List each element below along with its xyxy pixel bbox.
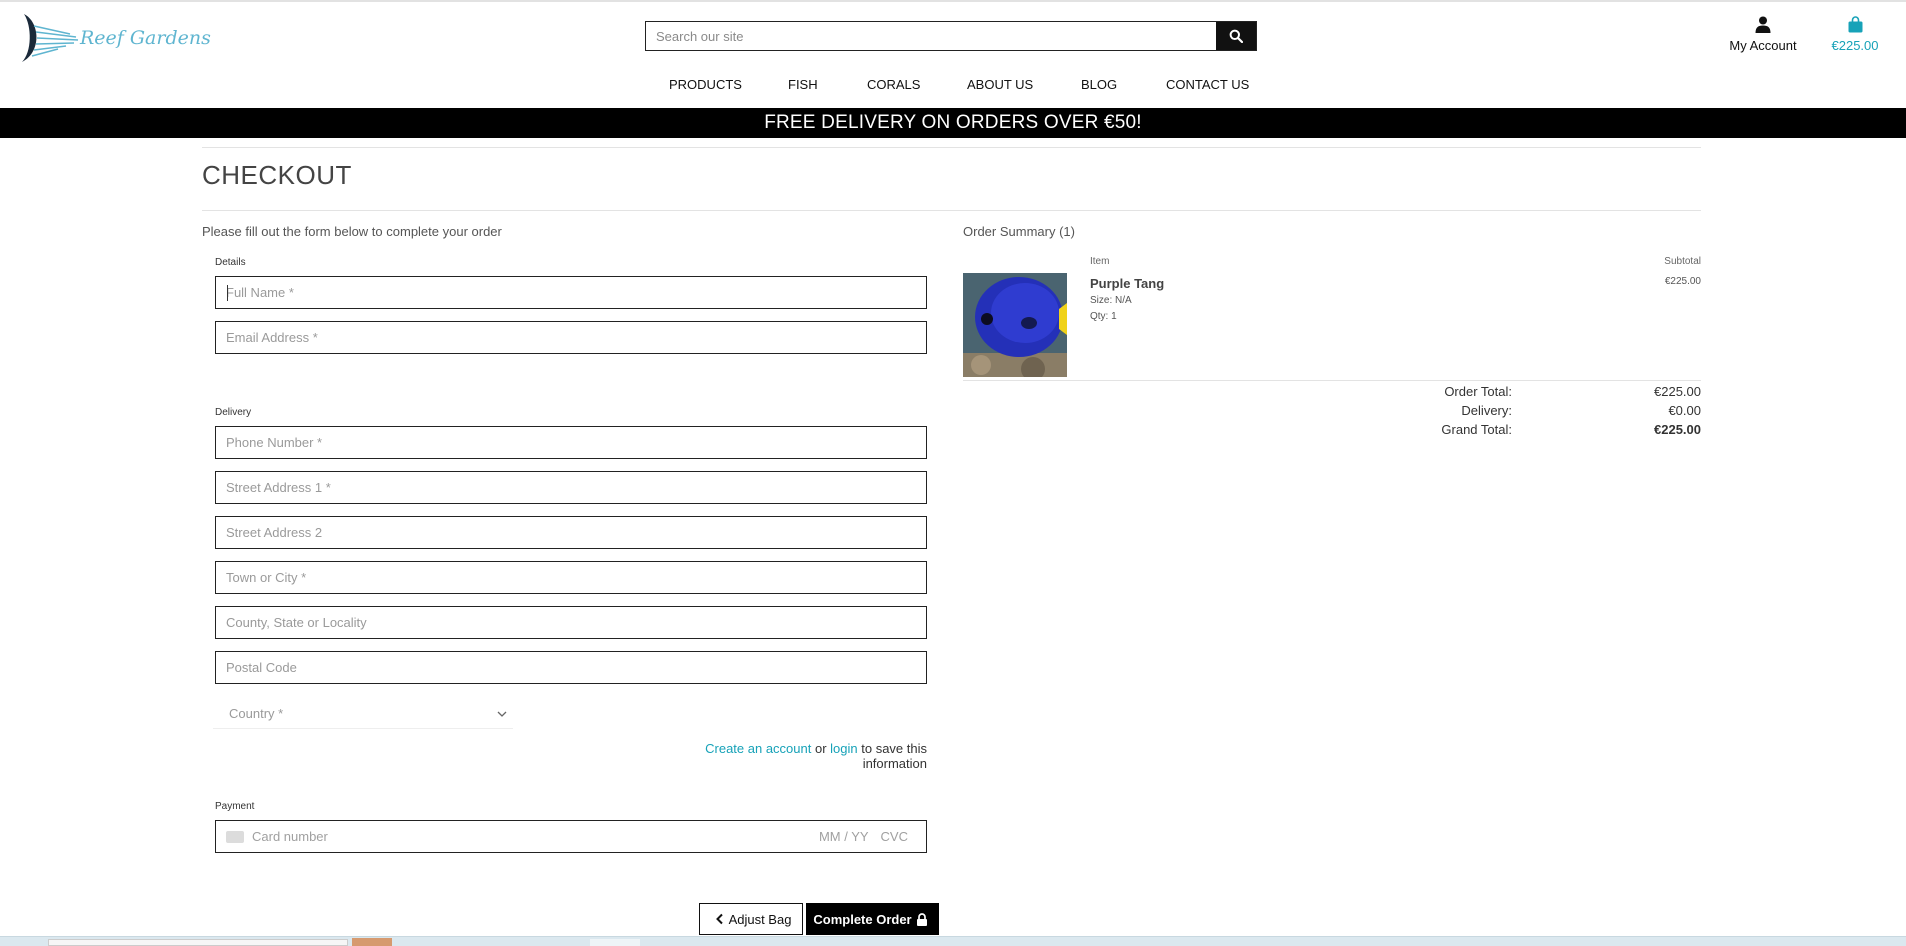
postcode-input[interactable] <box>216 652 926 683</box>
delivery-banner: FREE DELIVERY ON ORDERS OVER €50! <box>0 108 1906 138</box>
card-expiry-placeholder[interactable]: MM / YY <box>819 829 869 844</box>
summary-divider <box>963 380 1701 381</box>
search-button[interactable] <box>1216 22 1256 50</box>
divider-top <box>202 147 1701 148</box>
create-account-link[interactable]: Create an account <box>705 741 811 756</box>
brand-logo[interactable]: Reef Gardens <box>18 12 211 64</box>
country-select[interactable]: Country * <box>213 699 513 729</box>
town-input[interactable] <box>216 562 926 593</box>
postcode-field[interactable] <box>215 651 927 684</box>
card-number-placeholder[interactable]: Card number <box>252 829 819 844</box>
phone-input[interactable] <box>216 427 926 458</box>
fish-photo <box>963 273 1067 377</box>
town-field[interactable] <box>215 561 927 594</box>
street-address-1-input[interactable] <box>216 472 926 503</box>
delivery-label-total: Delivery: <box>1461 403 1512 418</box>
nav-blog[interactable]: BLOG <box>1081 77 1117 92</box>
country-select-value: Country * <box>229 706 284 721</box>
street-address-2-field[interactable] <box>215 516 927 549</box>
complete-order-button[interactable]: Complete Order <box>806 903 939 935</box>
taskbar-window[interactable] <box>48 939 348 946</box>
product-qty: Qty: 1 <box>1090 311 1117 322</box>
user-icon <box>1755 16 1771 33</box>
complete-order-label: Complete Order <box>813 911 912 927</box>
taskbar-thumbnail[interactable] <box>352 938 392 946</box>
grand-total-row: Grand Total: €225.00 <box>1400 420 1701 439</box>
county-field[interactable] <box>215 606 927 639</box>
card-cvc-placeholder[interactable]: CVC <box>881 829 908 844</box>
full-name-field[interactable] <box>215 276 927 309</box>
search-input[interactable] <box>646 22 1216 50</box>
order-total-row: Order Total: €225.00 <box>1400 382 1701 401</box>
shopping-bag-link[interactable]: €225.00 <box>1822 16 1888 53</box>
nav-products[interactable]: PRODUCTS <box>669 77 742 92</box>
payment-label: Payment <box>215 801 255 812</box>
email-field[interactable] <box>215 321 927 354</box>
order-total-value: €225.00 <box>1654 384 1701 399</box>
details-label: Details <box>215 257 246 268</box>
street-address-1-field[interactable] <box>215 471 927 504</box>
checkout-intro: Please fill out the form below to comple… <box>202 224 502 239</box>
adjust-bag-button[interactable]: Adjust Bag <box>699 903 803 935</box>
lock-icon <box>916 912 927 926</box>
main-nav: PRODUCTS FISH CORALS ABOUT US BLOG CONTA… <box>0 77 1906 95</box>
fish-logo-icon <box>22 14 79 62</box>
my-account-label: My Account <box>1729 38 1797 53</box>
phone-field[interactable] <box>215 426 927 459</box>
column-subtotal-header: Subtotal <box>1664 256 1701 267</box>
grand-total-label: Grand Total: <box>1441 422 1512 437</box>
page-title: CHECKOUT <box>202 160 352 190</box>
product-subtotal: €225.00 <box>1664 276 1701 287</box>
column-item-header: Item <box>1090 256 1110 267</box>
nav-fish[interactable]: FISH <box>788 77 818 92</box>
nav-contact-us[interactable]: CONTACT US <box>1166 77 1249 92</box>
full-name-input[interactable] <box>216 277 926 308</box>
save-info-or: or <box>811 741 831 756</box>
order-total-label: Order Total: <box>1444 384 1512 399</box>
text-cursor <box>227 285 228 301</box>
chevron-left-icon <box>715 913 723 925</box>
save-info-text: Create an account or login to save this … <box>647 741 927 771</box>
save-info-tail: to save this information <box>857 741 927 771</box>
delivery-value: €0.00 <box>1668 403 1701 418</box>
search-icon <box>1229 29 1243 43</box>
street-address-2-input[interactable] <box>216 517 926 548</box>
credit-card-icon <box>226 830 244 843</box>
my-account-link[interactable]: My Account <box>1718 16 1808 53</box>
county-input[interactable] <box>216 607 926 638</box>
chevron-down-icon <box>497 711 507 717</box>
adjust-bag-label: Adjust Bag <box>728 911 792 927</box>
grand-total-value: €225.00 <box>1654 422 1701 437</box>
delivery-row: Delivery: €0.00 <box>1400 401 1701 420</box>
taskbar-item[interactable] <box>590 939 640 946</box>
product-size: Size: N/A <box>1090 295 1132 306</box>
bag-total: €225.00 <box>1831 38 1879 53</box>
delivery-label: Delivery <box>215 407 252 418</box>
nav-about-us[interactable]: ABOUT US <box>967 77 1033 92</box>
shopping-bag-icon <box>1848 16 1862 33</box>
brand-name: Reef Gardens <box>80 27 211 49</box>
login-link[interactable]: login <box>830 741 857 756</box>
card-element[interactable]: Card number MM / YY CVC <box>215 820 927 853</box>
divider-title <box>202 210 1701 211</box>
product-image[interactable] <box>963 273 1067 377</box>
order-totals: Order Total: €225.00 Delivery: €0.00 Gra… <box>1400 382 1701 439</box>
email-input[interactable] <box>216 322 926 353</box>
nav-corals[interactable]: CORALS <box>867 77 920 92</box>
product-name: Purple Tang <box>1090 276 1165 291</box>
order-summary-title: Order Summary (1) <box>963 224 1075 239</box>
search-bar <box>645 21 1257 51</box>
top-border <box>0 0 1906 2</box>
